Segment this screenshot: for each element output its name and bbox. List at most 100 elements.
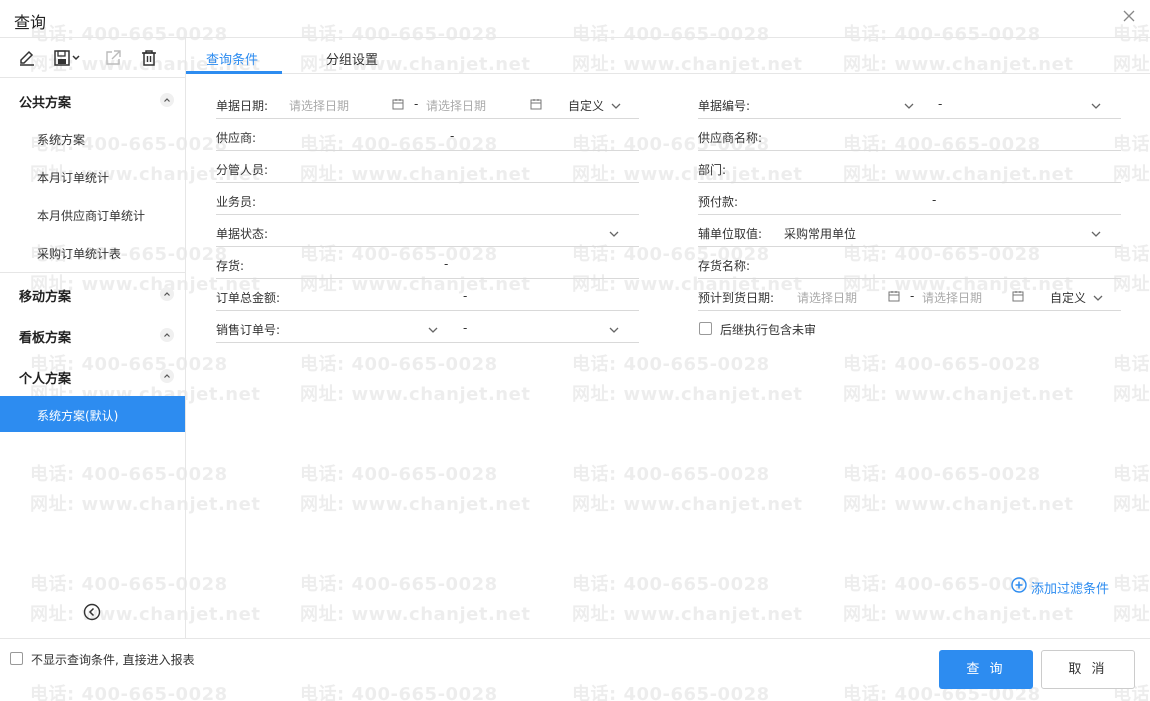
section-personal[interactable]: 个人方案 [0, 360, 185, 392]
field-aux-unit[interactable]: 辅单位取值: 采购常用单位 [698, 217, 1121, 247]
section-public-label: 公共方案 [19, 96, 72, 111]
aux-unit-value: 采购常用单位 [784, 227, 857, 241]
doc-date-end-input[interactable]: 请选择日期 [426, 97, 486, 114]
save-icon[interactable] [53, 48, 83, 68]
delete-icon[interactable] [139, 48, 159, 68]
field-doc-date: 单据日期: 请选择日期 - 请选择日期 自定义 [216, 89, 639, 119]
scheme-sidebar: 公共方案 系统方案 本月订单统计 本月供应商订单统计 采购订单统计表 移动方案 … [0, 38, 186, 638]
dialog-titlebar: 查询 [0, 0, 1150, 38]
field-label: 预计到货日期: [698, 291, 775, 305]
tab-bar: 查询条件 分组设置 [186, 38, 1150, 74]
range-separator: - [910, 289, 915, 303]
field-doc-no[interactable]: 单据编号: - [698, 89, 1121, 119]
chevron-down-icon[interactable] [1093, 291, 1103, 301]
calendar-icon[interactable] [392, 98, 404, 110]
include-unreviewed-checkbox[interactable] [699, 322, 712, 335]
chevron-down-icon[interactable] [1091, 99, 1101, 109]
scheme-item-label: 系统方案(默认) [37, 409, 119, 423]
divider [0, 272, 185, 273]
chevron-down-icon[interactable] [611, 99, 621, 109]
plus-circle-icon [1011, 577, 1027, 596]
field-label: 存货: [216, 259, 245, 273]
chevron-up-icon[interactable] [160, 93, 174, 107]
scheme-item-label: 采购订单统计表 [37, 247, 122, 261]
active-tab-indicator [186, 71, 282, 74]
scheme-toolbar [0, 38, 185, 78]
field-label: 部门: [698, 163, 727, 177]
tab-group-settings[interactable]: 分组设置 [326, 38, 378, 74]
doc-date-start-input[interactable]: 请选择日期 [289, 97, 349, 114]
chevron-down-icon[interactable] [1091, 227, 1101, 237]
scheme-item-personal-default[interactable]: 系统方案(默认) [0, 396, 185, 432]
export-icon[interactable] [103, 48, 123, 68]
doc-date-mode-select[interactable]: 自定义 [568, 97, 604, 114]
calendar-icon[interactable] [888, 290, 900, 302]
field-inventory[interactable]: 存货: - [216, 249, 639, 279]
field-doc-status[interactable]: 单据状态: [216, 217, 639, 247]
field-prepay[interactable]: 预付款: - [698, 185, 1121, 215]
field-label: 存货名称: [698, 259, 751, 273]
query-button[interactable]: 查 询 [939, 650, 1033, 689]
range-separator: - [450, 129, 455, 143]
field-supplier-name[interactable]: 供应商名称: [698, 121, 1121, 151]
field-label: 订单总金额: [216, 291, 281, 305]
section-mobile[interactable]: 移动方案 [0, 278, 185, 310]
field-sales-order[interactable]: 销售订单号: - [216, 313, 639, 343]
scheme-item-monthly-orders[interactable]: 本月订单统计 [0, 158, 185, 194]
edit-icon[interactable] [17, 48, 37, 68]
dialog-footer: 不显示查询条件, 直接进入报表 查 询 取 消 [0, 638, 1150, 701]
add-filter-label: 添加过滤条件 [1031, 582, 1110, 597]
field-order-total[interactable]: 订单总金额: - [216, 281, 639, 311]
skip-conditions-checkbox[interactable] [10, 652, 23, 665]
calendar-icon[interactable] [1012, 290, 1024, 302]
tab-query-conditions[interactable]: 查询条件 [206, 38, 258, 74]
range-separator: - [414, 97, 419, 111]
field-label: 辅单位取值: [698, 227, 763, 241]
field-salesman[interactable]: 业务员: [216, 185, 639, 215]
range-separator: - [444, 257, 449, 271]
query-dialog: 查询 公共方案 系统方案 本月订单统计 本月供应商订单统计 采购订单统计表 移动… [0, 0, 1150, 701]
field-supplier[interactable]: 供应商: - [216, 121, 639, 151]
section-board-label: 看板方案 [19, 331, 72, 346]
scheme-item-label: 本月供应商订单统计 [37, 209, 146, 223]
chevron-up-icon[interactable] [160, 328, 174, 342]
chevron-down-icon[interactable] [904, 99, 914, 109]
scheme-item-label: 系统方案 [37, 133, 86, 147]
field-label: 业务员: [216, 195, 257, 209]
scheme-item-system[interactable]: 系统方案 [0, 120, 185, 156]
arrival-date-start-input[interactable]: 请选择日期 [797, 289, 857, 306]
skip-conditions-label: 不显示查询条件, 直接进入报表 [31, 653, 195, 667]
include-unreviewed-option[interactable]: 后继执行包含未审 [698, 319, 998, 339]
field-label: 供应商: [216, 131, 257, 145]
include-unreviewed-label: 后继执行包含未审 [720, 323, 817, 337]
chevron-up-icon[interactable] [160, 287, 174, 301]
calendar-icon[interactable] [530, 98, 542, 110]
dialog-title: 查询 [14, 13, 47, 32]
chevron-down-icon[interactable] [609, 227, 619, 237]
section-board[interactable]: 看板方案 [0, 319, 185, 351]
collapse-sidebar-icon[interactable] [83, 603, 101, 621]
field-label: 预付款: [698, 195, 739, 209]
cancel-button[interactable]: 取 消 [1041, 650, 1135, 689]
arrival-date-mode-select[interactable]: 自定义 [1050, 289, 1086, 306]
field-department[interactable]: 部门: [698, 153, 1121, 183]
field-label: 单据状态: [216, 227, 269, 241]
range-separator: - [463, 321, 468, 335]
field-inventory-name[interactable]: 存货名称: [698, 249, 1121, 279]
field-label: 单据日期: [216, 99, 269, 113]
section-public[interactable]: 公共方案 [0, 84, 185, 116]
chevron-down-icon[interactable] [609, 323, 619, 333]
scheme-item-purchase-stats[interactable]: 采购订单统计表 [0, 234, 185, 270]
field-label: 供应商名称: [698, 131, 763, 145]
section-personal-label: 个人方案 [19, 372, 72, 387]
field-label: 销售订单号: [216, 323, 281, 337]
close-icon[interactable] [1120, 9, 1138, 27]
field-label: 单据编号: [698, 99, 751, 113]
arrival-date-end-input[interactable]: 请选择日期 [922, 289, 982, 306]
section-mobile-label: 移动方案 [19, 290, 72, 305]
field-manager[interactable]: 分管人员: [216, 153, 639, 183]
range-separator: - [463, 289, 468, 303]
chevron-down-icon[interactable] [428, 323, 438, 333]
scheme-item-monthly-supplier[interactable]: 本月供应商订单统计 [0, 196, 185, 232]
chevron-up-icon[interactable] [160, 369, 174, 383]
